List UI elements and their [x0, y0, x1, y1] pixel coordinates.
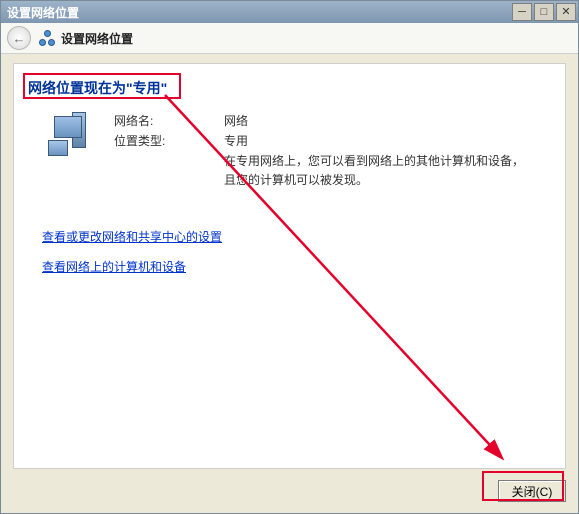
network-name-value: 网络	[224, 112, 248, 129]
back-button[interactable]: ←	[7, 26, 31, 50]
button-bar: 关闭(C)	[13, 473, 566, 509]
location-description: 在专用网络上，您可以看到网络上的其他计算机和设备，且您的计算机可以被发现。	[224, 152, 524, 190]
title-bar: 设置网络位置 ─ □ ✕	[1, 1, 578, 23]
wizard-title: 设置网络位置	[61, 30, 133, 47]
network-name-label: 网络名:	[114, 112, 153, 129]
close-button[interactable]: 关闭(C)	[498, 480, 566, 502]
link-network-sharing-center[interactable]: 查看或更改网络和共享中心的设置	[42, 228, 222, 245]
link-view-network-devices[interactable]: 查看网络上的计算机和设备	[42, 258, 186, 275]
location-type-value: 专用	[224, 132, 248, 149]
close-window-button[interactable]: ✕	[556, 3, 576, 21]
dialog-window: 设置网络位置 ─ □ ✕ ← 设置网络位置 网络位置现在为"专用" 网络名: 网…	[0, 0, 579, 514]
page-heading: 网络位置现在为"专用"	[28, 78, 167, 98]
minimize-button[interactable]: ─	[512, 3, 532, 21]
computer-icon	[48, 112, 88, 156]
content-panel: 网络位置现在为"专用" 网络名: 网络 位置类型: 专用 在专用网络上，您可以看…	[13, 63, 566, 469]
wizard-header: ← 设置网络位置	[1, 23, 578, 54]
location-type-label: 位置类型:	[114, 132, 165, 149]
network-icon	[39, 30, 55, 46]
arrow-left-icon: ←	[13, 31, 26, 46]
title-bar-caption: 设置网络位置	[7, 4, 510, 21]
maximize-button[interactable]: □	[534, 3, 554, 21]
